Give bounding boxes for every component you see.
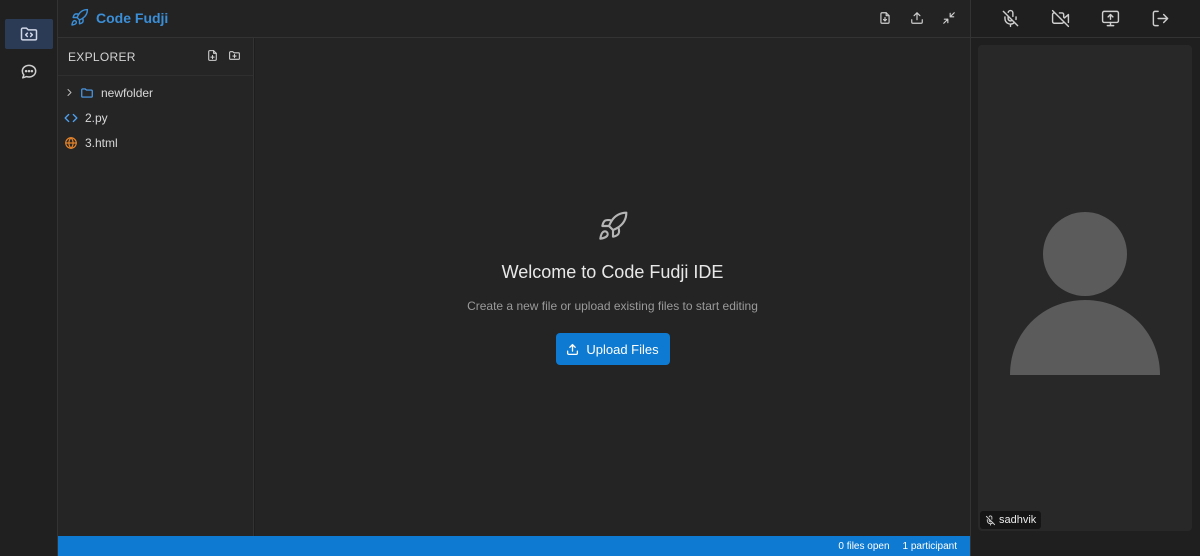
participant-name-tag: sadhvik (980, 511, 1042, 529)
editor-area: Welcome to Code Fudji IDE Create a new f… (255, 38, 970, 536)
explorer-title: EXPLORER (68, 49, 136, 64)
activity-bar (0, 0, 58, 556)
tree-item-label: 3.html (85, 135, 118, 150)
explorer-actions (206, 49, 241, 62)
participant-tile: sadhvik (978, 45, 1192, 531)
camera-button[interactable] (1049, 8, 1071, 30)
upload-files-button[interactable]: Upload Files (555, 333, 670, 365)
folder-code-icon (20, 27, 38, 41)
globe-icon (63, 136, 79, 150)
folder-icon (79, 86, 95, 100)
explorer-header: EXPLORER (58, 38, 253, 76)
minimize-button[interactable] (942, 10, 956, 26)
welcome-screen: Welcome to Code Fudji IDE Create a new f… (255, 210, 970, 365)
tree-item-newfolder[interactable]: newfolder (58, 80, 253, 105)
upload-files-label: Upload Files (586, 341, 659, 357)
upload-icon (911, 12, 923, 24)
files-open-status: 0 files open (838, 540, 890, 552)
mute-button[interactable] (999, 8, 1021, 30)
participants-status: 1 participant (902, 540, 957, 552)
explorer-panel: EXPLORER newfolder 2.py 3.html (58, 38, 254, 536)
new-file-icon[interactable] (206, 49, 219, 62)
app-name: Code Fudji (96, 9, 169, 26)
video-off-icon (1051, 9, 1070, 28)
welcome-rocket (255, 210, 970, 242)
tree-item-2py[interactable]: 2.py (58, 105, 253, 130)
rocket-icon (71, 8, 89, 26)
screen-share-button[interactable] (1100, 8, 1122, 30)
call-controls (971, 0, 1200, 38)
file-download-icon (880, 12, 890, 24)
mic-off-icon (1002, 9, 1018, 28)
welcome-title: Welcome to Code Fudji IDE (501, 262, 724, 282)
tree-item-3html[interactable]: 3.html (58, 130, 253, 155)
screen-share-icon (1101, 10, 1120, 27)
upload-button[interactable] (910, 10, 924, 26)
video-panel: sadhvik (970, 0, 1200, 556)
welcome-subtitle: Create a new file or upload existing fil… (467, 299, 758, 313)
top-actions (878, 10, 956, 26)
new-folder-icon[interactable] (228, 49, 241, 62)
chat-icon (21, 64, 37, 79)
leave-icon (1153, 10, 1169, 27)
chat-view-button[interactable] (5, 57, 53, 87)
tree-item-label: 2.py (85, 110, 108, 125)
explorer-view-button[interactable] (5, 19, 53, 49)
upload-icon (567, 343, 579, 355)
chevron-right-icon[interactable] (65, 88, 75, 97)
brand: Code Fudji (70, 8, 168, 27)
rocket-icon (598, 211, 627, 240)
download-file-button[interactable] (878, 10, 892, 26)
code-icon (63, 111, 79, 125)
mic-off-icon (985, 514, 996, 526)
avatar-placeholder-icon (1010, 212, 1160, 375)
tree-item-label: newfolder (101, 85, 154, 100)
status-bar: 0 files open 1 participant (58, 536, 970, 556)
file-tree: newfolder 2.py 3.html (58, 76, 253, 155)
participant-name: sadhvik (999, 514, 1037, 526)
top-bar: Code Fudji (58, 0, 970, 38)
minimize-icon (943, 12, 955, 24)
leave-button[interactable] (1150, 8, 1172, 30)
